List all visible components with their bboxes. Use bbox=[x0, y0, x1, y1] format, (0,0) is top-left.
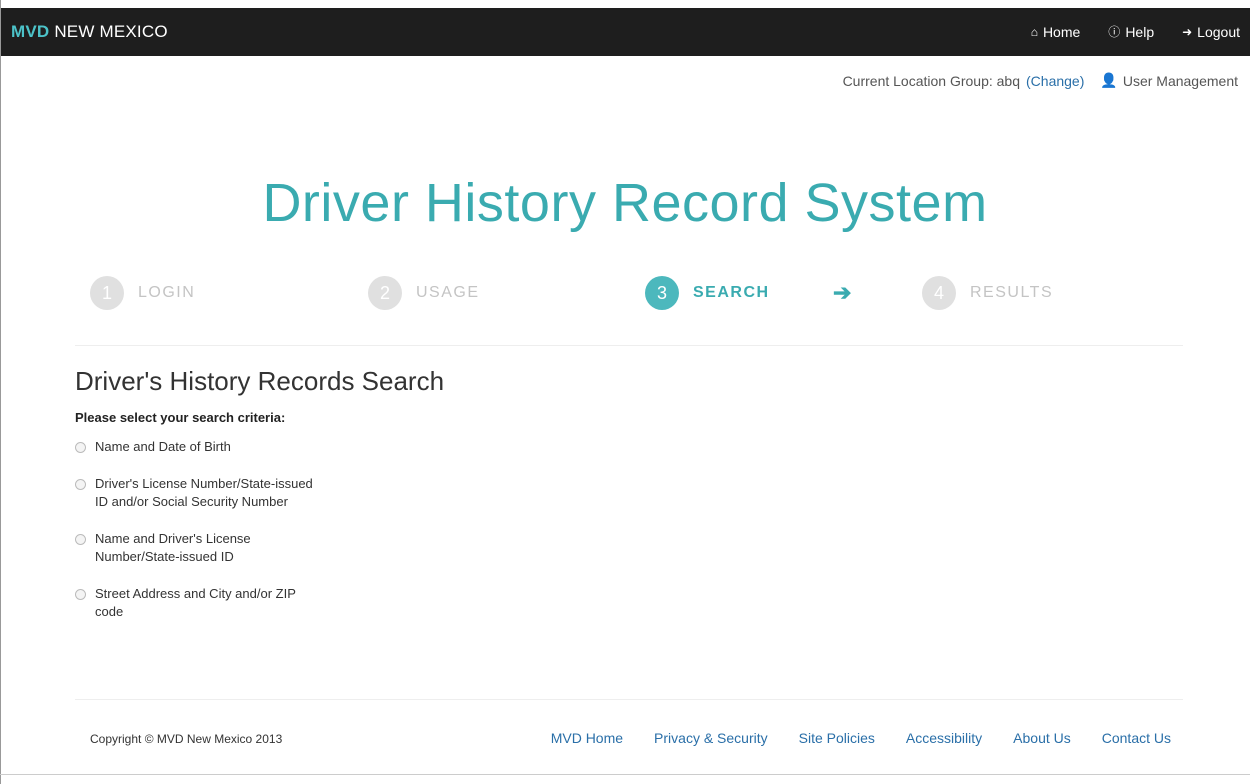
window-top-edge bbox=[0, 0, 1250, 8]
radio-button[interactable] bbox=[75, 589, 86, 600]
footer-link-accessibility[interactable]: Accessibility bbox=[906, 730, 982, 746]
option-address[interactable]: Street Address and City and/or ZIP code bbox=[75, 585, 325, 621]
step-label: SEARCH bbox=[693, 284, 770, 301]
radio-button[interactable] bbox=[75, 442, 86, 453]
option-name-license[interactable]: Name and Driver's License Number/State-i… bbox=[75, 530, 325, 566]
step-search: 3 SEARCH bbox=[645, 276, 770, 310]
footer: Copyright © MVD New Mexico 2013 MVD Home… bbox=[0, 724, 1250, 760]
search-heading: Driver's History Records Search bbox=[75, 366, 445, 396]
step-results: 4 RESULTS bbox=[922, 276, 1053, 310]
criteria-label: Please select your search criteria: bbox=[75, 410, 286, 425]
location-bar: Current Location Group: abq (Change) 👤 U… bbox=[843, 72, 1238, 89]
change-location-link[interactable]: (Change) bbox=[1026, 73, 1084, 89]
footer-link-about-us[interactable]: About Us bbox=[1013, 730, 1071, 746]
footer-link-mvd-home[interactable]: MVD Home bbox=[551, 730, 623, 746]
step-label: LOGIN bbox=[138, 284, 196, 301]
user-management-label: User Management bbox=[1122, 72, 1238, 89]
step-usage: 2 USAGE bbox=[368, 276, 480, 310]
option-name-dob[interactable]: Name and Date of Birth bbox=[75, 438, 325, 456]
option-label: Driver's License Number/State-issued ID … bbox=[95, 476, 313, 509]
brand-mvd: MVD bbox=[11, 22, 50, 41]
footer-links: MVD Home Privacy & Security Site Policie… bbox=[551, 730, 1171, 746]
step-label: RESULTS bbox=[970, 284, 1054, 301]
page-title: Driver History Record System bbox=[262, 173, 988, 233]
nav-home-label: Home bbox=[1042, 23, 1081, 40]
nav-logout-link[interactable]: ➜ Logout bbox=[1182, 23, 1240, 40]
option-label: Name and Date of Birth bbox=[95, 439, 231, 454]
user-icon: 👤 bbox=[1100, 72, 1118, 88]
step-number: 2 bbox=[368, 276, 402, 310]
brand-logo[interactable]: MVD NEW MEXICO bbox=[11, 22, 168, 42]
footer-link-site-policies[interactable]: Site Policies bbox=[799, 730, 875, 746]
window-left-edge bbox=[0, 0, 1, 784]
progress-steps: 1 LOGIN 2 USAGE 3 SEARCH 4 RESULTS bbox=[0, 276, 1250, 312]
nav-home-link[interactable]: ⌂ Home bbox=[1031, 23, 1081, 40]
footer-link-contact-us[interactable]: Contact Us bbox=[1102, 730, 1171, 746]
option-label: Street Address and City and/or ZIP code bbox=[95, 586, 296, 619]
option-label: Name and Driver's License Number/State-i… bbox=[95, 531, 251, 564]
step-label: USAGE bbox=[416, 284, 480, 301]
arrow-right-icon: ➔ bbox=[833, 280, 852, 305]
top-navbar: MVD NEW MEXICO ⌂ Home ⓘ Help ➜ Logout bbox=[1, 8, 1250, 56]
option-license-ssn[interactable]: Driver's License Number/State-issued ID … bbox=[75, 475, 325, 511]
footer-link-privacy[interactable]: Privacy & Security bbox=[654, 730, 768, 746]
home-icon: ⌂ bbox=[1030, 24, 1038, 39]
current-location-text: Current Location Group: abq bbox=[842, 72, 1021, 89]
footer-divider bbox=[75, 699, 1183, 700]
radio-button[interactable] bbox=[75, 479, 86, 490]
bottom-border bbox=[0, 774, 1250, 775]
copyright-text: Copyright © MVD New Mexico 2013 bbox=[90, 732, 283, 746]
nav-help-link[interactable]: ⓘ Help bbox=[1108, 23, 1154, 40]
step-number: 4 bbox=[922, 276, 956, 310]
radio-button[interactable] bbox=[75, 534, 86, 545]
brand-new-mexico: NEW MEXICO bbox=[49, 22, 168, 41]
step-login: 1 LOGIN bbox=[90, 276, 195, 310]
user-management-link[interactable]: 👤 User Management bbox=[1100, 72, 1238, 89]
nav-logout-label: Logout bbox=[1197, 23, 1240, 40]
logout-icon: ➜ bbox=[1182, 24, 1193, 39]
nav-links: ⌂ Home ⓘ Help ➜ Logout bbox=[1031, 23, 1240, 40]
divider bbox=[75, 345, 1183, 346]
info-icon: ⓘ bbox=[1108, 25, 1121, 39]
nav-help-label: Help bbox=[1125, 23, 1155, 40]
search-criteria-options: Name and Date of Birth Driver's License … bbox=[75, 438, 325, 640]
step-number: 3 bbox=[645, 276, 679, 310]
step-number: 1 bbox=[90, 276, 124, 310]
